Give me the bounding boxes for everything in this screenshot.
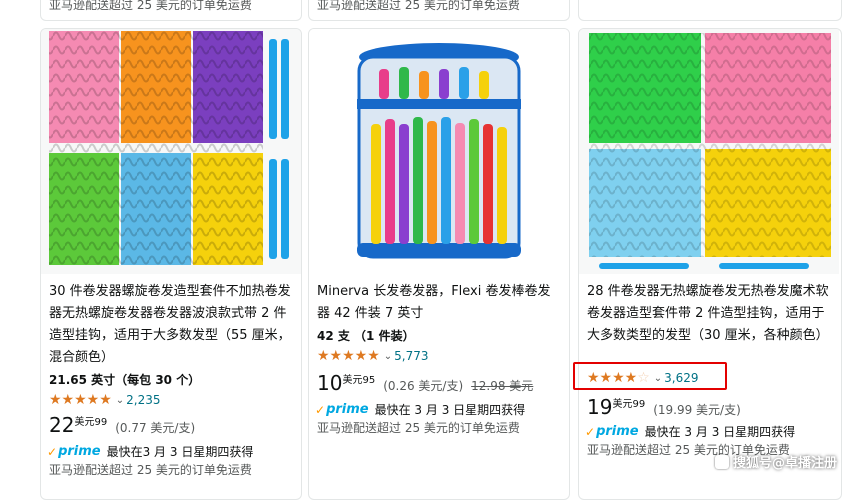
product-image[interactable]	[309, 29, 569, 274]
product-size: 21.65 英寸（每包 30 个）	[49, 373, 201, 387]
product-image[interactable]	[41, 29, 301, 274]
price-fraction: 95	[362, 375, 376, 386]
prime-row: ✓ prime 最快在3 月 3 日星期四获得	[47, 443, 253, 460]
product-card[interactable]: 28 件卷发器无热螺旋卷发无热卷发魔术软卷发器造型套件带 2 件造型挂钩，适用于…	[578, 28, 842, 500]
watermark: 搜狐号@卓播注册	[714, 452, 837, 471]
flexi-rods-bag-image	[357, 43, 521, 259]
price-row[interactable]: 10 美元 95 (0.26 美元/支) 12.98 美元	[317, 371, 533, 395]
price-currency: 美元	[342, 375, 363, 386]
product-title[interactable]: 28 件卷发器无热螺旋卷发无热卷发魔术软卷发器造型套件带 2 件造型挂钩，适用于…	[587, 281, 832, 347]
previous-card: 亚马逊配送超过 25 美元的订单免运费	[40, 0, 302, 21]
spiral-curlers-image	[589, 33, 831, 269]
rating-row[interactable]: ★★★★★ ⌄ 2,235	[49, 391, 161, 409]
price-currency: 美元	[612, 399, 633, 410]
delivery-date: 最快在 3 月 3 日星期四获得	[644, 425, 796, 439]
list-price: 12.98 美元	[471, 379, 534, 393]
prime-row: ✓ prime 最快在 3 月 3 日星期四获得	[315, 401, 525, 418]
prime-check-icon: ✓	[47, 444, 58, 459]
previous-row-strip: 亚马逊配送超过 25 美元的订单免运费 亚马逊配送超过 25 美元的订单免运费	[0, 0, 843, 22]
delivery-date: 最快在 3 月 3 日星期四获得	[374, 403, 526, 417]
price-currency: 美元	[74, 417, 95, 428]
price-row[interactable]: 22 美元 99 (0.77 美元/支)	[49, 413, 195, 437]
previous-card-shipping: 亚马逊配送超过 25 美元的订单免运费	[317, 0, 520, 12]
delivery-date: 最快在3 月 3 日星期四获得	[106, 445, 254, 459]
product-title[interactable]: 30 件卷发器螺旋卷发造型套件不加热卷发器无热螺旋卷发器卷发器波浪款式带 2 件…	[49, 281, 294, 369]
product-image[interactable]	[579, 29, 839, 274]
previous-card-shipping: 亚马逊配送超过 25 美元的订单免运费	[49, 0, 252, 12]
prime-check-icon: ✓	[315, 402, 326, 417]
rating-highlight-box	[573, 362, 727, 390]
chevron-down-icon[interactable]: ⌄	[116, 395, 124, 406]
rating-count[interactable]: 2,235	[126, 393, 160, 407]
product-card[interactable]: 30 件卷发器螺旋卷发造型套件不加热卷发器无热螺旋卷发器卷发器波浪款式带 2 件…	[40, 28, 302, 500]
unit-price: (0.26 美元/支)	[383, 379, 464, 393]
unit-price: (19.99 美元/支)	[653, 403, 741, 417]
watermark-text: 搜狐号@卓播注册	[732, 456, 837, 471]
product-card[interactable]: Minerva 长发卷发器，Flexi 卷发棒卷发器 42 件装 7 英寸 42…	[308, 28, 570, 500]
price-whole: 10	[317, 371, 343, 395]
shipping-note: 亚马逊配送超过 25 美元的订单免运费	[49, 463, 252, 477]
price-fraction: 99	[632, 399, 646, 410]
chevron-down-icon[interactable]: ⌄	[384, 351, 392, 362]
star-rating-icon[interactable]: ★★★★★	[317, 348, 380, 364]
prime-logo: prime	[58, 444, 101, 459]
sohu-logo-icon	[714, 454, 729, 469]
rating-row[interactable]: ★★★★★ ⌄ 5,773	[317, 347, 429, 365]
prime-row: ✓ prime 最快在 3 月 3 日星期四获得	[585, 423, 795, 440]
spiral-curlers-image	[49, 31, 289, 265]
previous-card	[578, 0, 842, 21]
shipping-note: 亚马逊配送超过 25 美元的订单免运费	[317, 421, 520, 435]
prime-logo: prime	[326, 402, 369, 417]
price-fraction: 99	[94, 417, 108, 428]
prime-logo: prime	[596, 424, 639, 439]
unit-price: (0.77 美元/支)	[115, 421, 196, 435]
price-whole: 19	[587, 395, 613, 419]
price-row[interactable]: 19 美元 99 (19.99 美元/支)	[587, 395, 741, 419]
rating-count[interactable]: 5,773	[394, 349, 428, 363]
price-whole: 22	[49, 413, 75, 437]
star-rating-icon[interactable]: ★★★★★	[49, 392, 112, 408]
product-size: 42 支 （1 件装）	[317, 329, 415, 343]
product-title[interactable]: Minerva 长发卷发器，Flexi 卷发棒卷发器 42 件装 7 英寸	[317, 281, 562, 325]
previous-card: 亚马逊配送超过 25 美元的订单免运费	[308, 0, 570, 21]
prime-check-icon: ✓	[585, 424, 596, 439]
